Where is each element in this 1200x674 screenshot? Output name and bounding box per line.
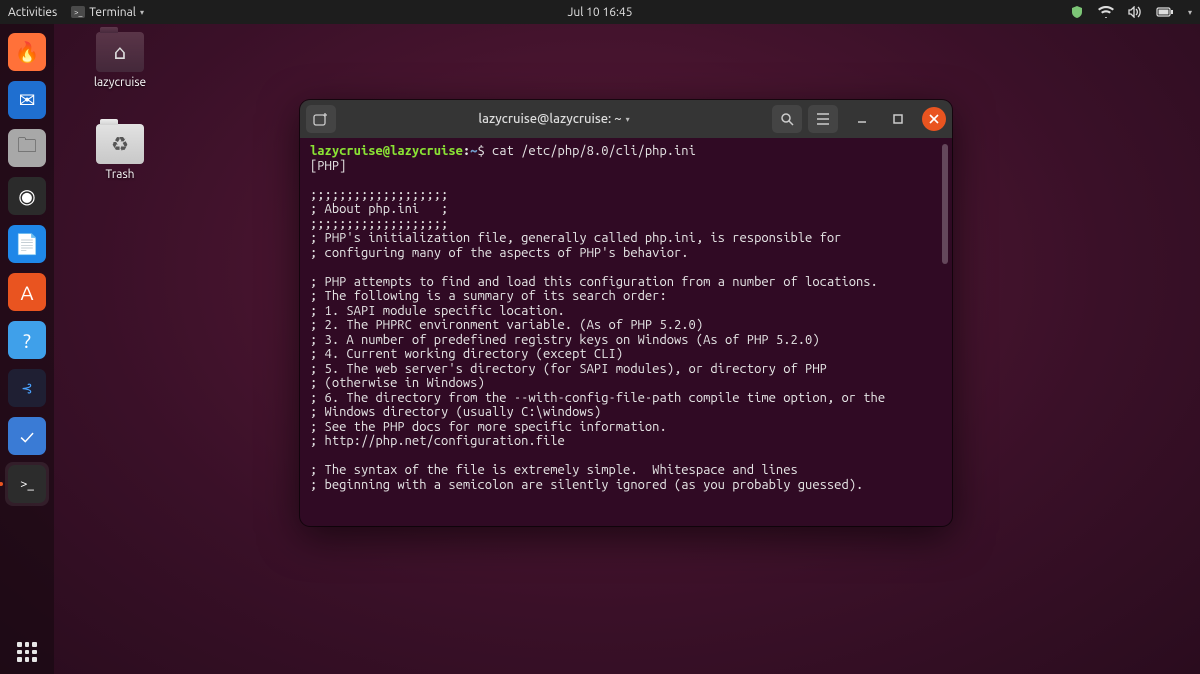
hamburger-icon [816,113,830,125]
battery-icon[interactable] [1156,6,1174,18]
window-close-button[interactable] [922,107,946,131]
prompt-command: cat /etc/php/8.0/cli/php.ini [492,144,696,158]
dock-software[interactable]: A [5,270,49,314]
dock-vscode[interactable]: ⊰ [5,366,49,410]
shield-icon[interactable] [1070,5,1084,19]
app-menu[interactable]: >_ Terminal ▾ [71,6,144,19]
desktop-icon-trash[interactable]: ♻ Trash [84,124,156,181]
dock-help[interactable]: ? [5,318,49,362]
activities-label: Activities [8,6,57,19]
desktop-icon-home-label: lazycruise [84,76,156,89]
maximize-icon [893,114,903,124]
close-icon [929,114,939,124]
svg-text:>_: >_ [74,8,83,17]
hamburger-menu-button[interactable] [808,105,838,133]
search-button[interactable] [772,105,802,133]
terminal-window: lazycruise@lazycruise: ~ ▾ lazycruise@la… [300,100,952,526]
title-chevron-down-icon: ▾ [626,115,630,124]
activities-button[interactable]: Activities [8,6,57,19]
terminal-scrollbar[interactable] [942,144,948,264]
clock[interactable]: Jul 10 16:45 [568,6,633,19]
dock: 🔥 ✉ 🗀 ◉ 📄 A ? ⊰ ✓ >_ [0,24,54,674]
prompt-symbol: $ [477,144,484,158]
desktop-icon-home[interactable]: ⌂ lazycruise [84,32,156,89]
desktop-icon-trash-label: Trash [84,168,156,181]
network-wifi-icon[interactable] [1098,6,1114,18]
dock-writer[interactable]: 📄 [5,222,49,266]
apps-grid-icon [17,642,37,662]
new-tab-icon [313,112,329,126]
dock-files[interactable]: 🗀 [5,126,49,170]
trash-icon: ♻ [96,124,144,164]
prompt-user: lazycruise@lazycruise [310,144,463,158]
top-bar: Activities >_ Terminal ▾ Jul 10 16:45 ▾ [0,0,1200,24]
app-menu-label: Terminal [89,6,136,19]
window-title-text: lazycruise@lazycruise: ~ [478,112,621,126]
clock-label: Jul 10 16:45 [568,6,633,19]
dock-rhythmbox[interactable]: ◉ [5,174,49,218]
dock-terminal[interactable]: >_ [5,462,49,506]
terminal-lines: [PHP] ;;;;;;;;;;;;;;;;;;; ; About php.in… [310,159,885,492]
new-tab-button[interactable] [306,105,336,133]
window-minimize-button[interactable] [850,107,874,131]
window-title: lazycruise@lazycruise: ~ ▾ [342,112,766,126]
search-icon [780,112,794,126]
window-titlebar[interactable]: lazycruise@lazycruise: ~ ▾ [300,100,952,138]
terminal-icon: >_ [71,6,85,18]
dock-thunderbird[interactable]: ✉ [5,78,49,122]
window-maximize-button[interactable] [886,107,910,131]
dock-firefox[interactable]: 🔥 [5,30,49,74]
chevron-down-icon: ▾ [140,8,144,17]
terminal-output[interactable]: lazycruise@lazycruise:~$ cat /etc/php/8.… [300,138,952,526]
volume-icon[interactable] [1128,6,1142,18]
show-applications-button[interactable] [5,630,49,674]
minimize-icon [857,114,867,124]
home-folder-icon: ⌂ [96,32,144,72]
dock-todo[interactable]: ✓ [5,414,49,458]
system-menu-chevron-icon[interactable]: ▾ [1188,8,1192,17]
